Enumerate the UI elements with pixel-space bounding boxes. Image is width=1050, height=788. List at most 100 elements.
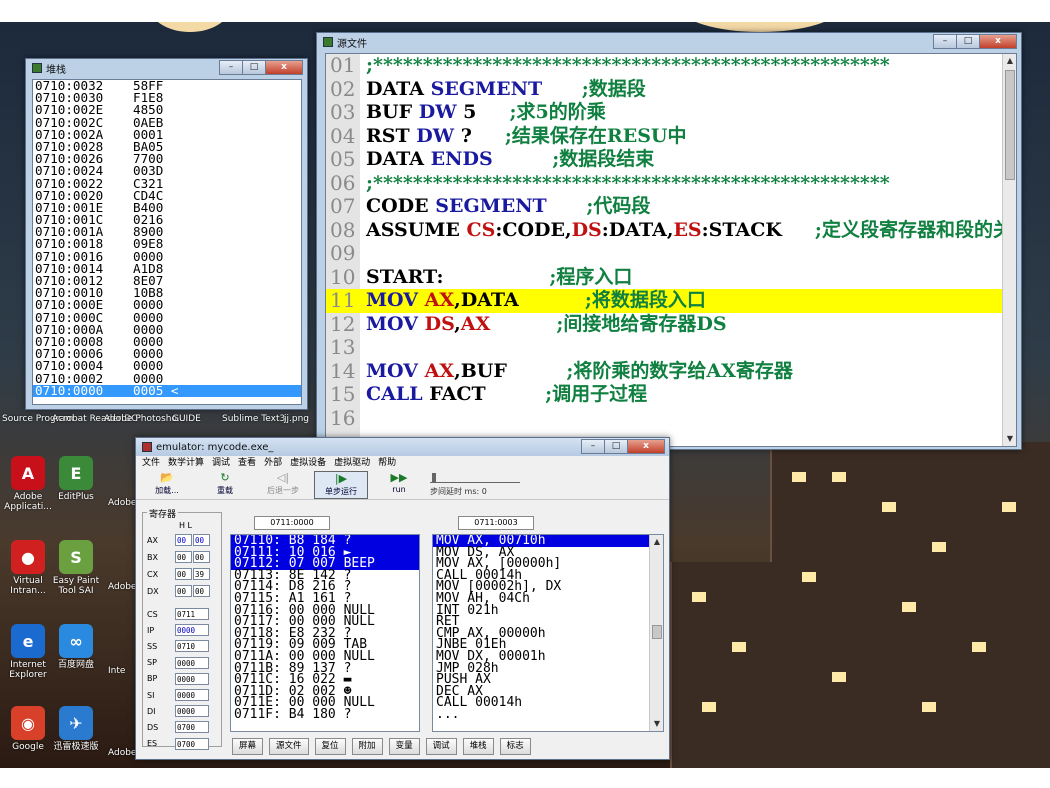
- register-value[interactable]: 0710: [175, 640, 209, 653]
- maximize-button[interactable]: □: [956, 34, 980, 49]
- minimize-button[interactable]: –: [933, 34, 957, 49]
- source-line[interactable]: 09: [326, 241, 1006, 266]
- disassembly-address-field[interactable]: 0711:0003: [458, 516, 534, 530]
- desktop-icon-label[interactable]: Adobe: [108, 748, 136, 758]
- toolbar-button-run[interactable]: ▶▶ run: [372, 471, 426, 499]
- source-line[interactable]: 14 MOV AX,BUF ;将阶乘的数字给AX寄存器: [326, 359, 1006, 384]
- close-button[interactable]: x: [979, 34, 1017, 49]
- step-delay-control[interactable]: 步间延时 ms: 0: [430, 473, 520, 499]
- register-low-byte[interactable]: 00: [193, 534, 210, 546]
- scroll-up-icon[interactable]: ▲: [650, 535, 663, 549]
- memory-row[interactable]: 0711F: B4 180 ?: [231, 708, 419, 721]
- menu-item[interactable]: 调试: [212, 456, 230, 470]
- source-line[interactable]: 12 MOV DS,AX ;间接地给寄存器DS: [326, 312, 1006, 337]
- desktop-icon-label[interactable]: jj.png: [284, 414, 309, 424]
- register-high-byte[interactable]: 00: [175, 551, 192, 563]
- desktop-icon[interactable]: E EditPlus: [48, 456, 104, 502]
- emulator-button[interactable]: 堆栈: [462, 738, 494, 755]
- register-value[interactable]: 0000: [175, 672, 209, 685]
- maximize-button[interactable]: □: [604, 439, 628, 454]
- source-line[interactable]: 06 ;*************************************…: [326, 171, 1006, 196]
- menu-item[interactable]: 文件: [142, 456, 160, 470]
- source-line[interactable]: 08 ASSUME CS:CODE,DS:DATA,ES:STACK ;定义段寄存…: [326, 218, 1016, 243]
- step-delay-slider[interactable]: [430, 473, 520, 483]
- desktop-icon-label[interactable]: Adobe: [108, 582, 136, 592]
- menu-item[interactable]: 帮助: [378, 456, 396, 470]
- source-titlebar[interactable]: 源文件: [317, 33, 1021, 51]
- desktop-icon-label[interactable]: Inte: [108, 666, 125, 676]
- source-line[interactable]: 16: [326, 406, 1006, 431]
- stack-list[interactable]: 0710:0032 58FF 0710:0030 F1E8 0710:002E 4850 0…: [32, 79, 302, 405]
- register-value[interactable]: 0000: [175, 656, 209, 669]
- register-low-byte[interactable]: 00: [193, 551, 210, 563]
- desktop-icon-label[interactable]: GUIDE: [172, 414, 201, 424]
- source-line[interactable]: 07 CODE SEGMENT ;代码段: [326, 194, 1006, 219]
- toolbar-button-open[interactable]: 📂 加载...: [140, 471, 194, 499]
- disassembly-list[interactable]: MOV AX, 00710h MOV DS, AX MOV AX, [00000h]…: [432, 534, 664, 732]
- minimize-button[interactable]: –: [219, 60, 243, 75]
- stack-row[interactable]: 0710:0000 0005 <: [33, 384, 301, 397]
- disassembly-row[interactable]: CALL 00014h: [433, 697, 651, 710]
- source-line[interactable]: 04 RST DW ? ;结果保存在RESU中: [326, 124, 1006, 149]
- emulator-button[interactable]: 屏幕: [232, 738, 264, 755]
- stack-window[interactable]: 堆栈 – □ x 0710:0032 58FF 0710:0030 F1E8 0710:…: [25, 58, 308, 410]
- emulator-button[interactable]: 附加: [351, 738, 383, 755]
- emulator-button[interactable]: 复位: [314, 738, 346, 755]
- register-high-byte[interactable]: 00: [175, 534, 192, 546]
- close-button[interactable]: x: [265, 60, 303, 75]
- disassembly-row[interactable]: ...: [433, 708, 651, 721]
- scroll-down-icon[interactable]: ▼: [650, 717, 663, 731]
- emulator-button[interactable]: 调试: [425, 738, 457, 755]
- desktop-icon-label[interactable]: Adobe: [108, 498, 136, 508]
- register-value[interactable]: 0000: [175, 624, 209, 637]
- source-line[interactable]: 03 BUF DW 5 ;求5的阶乘: [326, 100, 1006, 125]
- scroll-up-icon[interactable]: ▲: [1003, 54, 1016, 68]
- menu-item[interactable]: 虚拟驱动: [334, 456, 370, 470]
- source-scrollbar[interactable]: ▲ ▼: [1002, 54, 1016, 446]
- register-high-byte[interactable]: 00: [175, 585, 192, 597]
- register-low-byte[interactable]: 00: [193, 585, 210, 597]
- emulator-button[interactable]: 源文件: [269, 738, 309, 755]
- memory-list[interactable]: 07110: B8 184 ? 07111: 10 016 ► 07112: 07 …: [230, 534, 420, 732]
- menu-item[interactable]: 查看: [238, 456, 256, 470]
- source-line[interactable]: 15 CALL FACT ;调用子过程: [326, 382, 1006, 407]
- emulator-button[interactable]: 变量: [388, 738, 420, 755]
- menu-item[interactable]: 虚拟设备: [290, 456, 326, 470]
- close-button[interactable]: x: [627, 439, 665, 454]
- source-line[interactable]: 11 MOV AX,DATA ;将数据段入口: [326, 288, 1006, 313]
- disassembly-row[interactable]: INT 021h: [433, 604, 651, 617]
- toolbar-button-step[interactable]: |▶ 单步运行: [314, 471, 368, 499]
- desktop-icon-label[interactable]: Sublime Text3: [222, 414, 285, 424]
- scroll-down-icon[interactable]: ▼: [1003, 432, 1016, 446]
- source-line[interactable]: 01 ;*************************************…: [326, 54, 1006, 78]
- source-editor[interactable]: 01 ;*************************************…: [325, 53, 1017, 447]
- menu-item[interactable]: 外部: [264, 456, 282, 470]
- emulator-button[interactable]: 标志: [499, 738, 531, 755]
- memory-address-field[interactable]: 0711:0000: [254, 516, 330, 530]
- source-window[interactable]: 源文件 – □ x 01 ;***************************…: [316, 32, 1022, 450]
- source-line[interactable]: 02 DATA SEGMENT ;数据段: [326, 77, 1006, 102]
- register-low-byte[interactable]: 39: [193, 568, 210, 580]
- register-high-byte[interactable]: 00: [175, 568, 192, 580]
- register-value[interactable]: 0000: [175, 689, 209, 701]
- toolbar-button-step-back[interactable]: ◁| 后退一步: [256, 471, 310, 499]
- menu-item[interactable]: 数学计算: [168, 456, 204, 470]
- disassembly-scrollbar[interactable]: ▲ ▼: [649, 535, 663, 731]
- stack-title: 堆栈: [46, 64, 66, 76]
- maximize-button[interactable]: □: [242, 60, 266, 75]
- register-value[interactable]: 0000: [175, 705, 209, 718]
- desktop-icon[interactable]: ✈ 迅雷极速版: [48, 706, 104, 752]
- emulator-window[interactable]: emulator: mycode.exe_ – □ x 文件 数学计算 调试 查看 外部…: [135, 437, 670, 760]
- desktop-icon[interactable]: ∞ 百度网盘: [48, 624, 104, 670]
- source-line[interactable]: 05 DATA ENDS ;数据段结束: [326, 147, 1006, 172]
- source-line[interactable]: 13: [326, 335, 1006, 360]
- register-value[interactable]: 0700: [175, 721, 209, 734]
- register-value[interactable]: 0700: [175, 737, 209, 750]
- minimize-button[interactable]: –: [581, 439, 605, 454]
- source-line[interactable]: 10 START: ;程序入口: [326, 265, 1006, 290]
- toolbar-button-reload[interactable]: ↻ 重载: [198, 471, 252, 499]
- register-value[interactable]: 0711: [175, 608, 209, 620]
- scroll-thumb[interactable]: [1005, 70, 1015, 180]
- desktop-icon[interactable]: S Easy Paint Tool SAI: [48, 540, 104, 596]
- scroll-thumb[interactable]: [652, 625, 662, 639]
